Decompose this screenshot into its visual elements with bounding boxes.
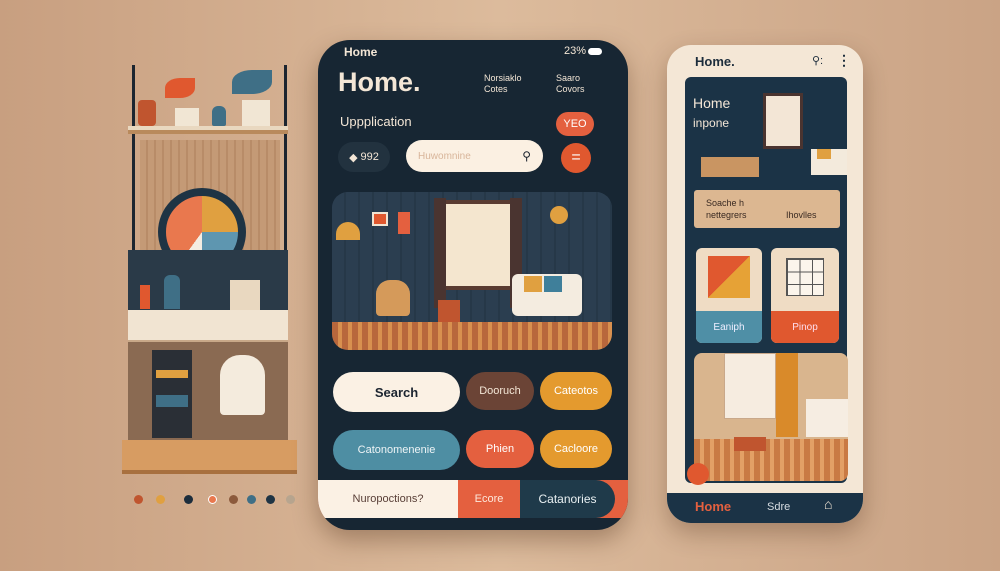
cacloore-button[interactable]: Cacloore (540, 430, 612, 468)
palette-swatch (286, 495, 295, 504)
palette-swatch (208, 495, 217, 504)
search-card-line1: Soache h (706, 198, 745, 208)
nav-link-2[interactable]: Saaro Covors (556, 73, 598, 95)
cateotos-button[interactable]: Cateotos (540, 372, 612, 410)
category-card-pinop[interactable]: Pinop (771, 248, 839, 343)
living-room-hero-image (332, 192, 612, 350)
more-options-icon[interactable]: ⋮ (837, 52, 851, 69)
house-icon[interactable]: ⌂ (824, 496, 832, 512)
side-title: Home. (695, 54, 735, 69)
triangle-icon (708, 256, 750, 298)
menu-icon: = (571, 149, 581, 166)
battery-icon (588, 48, 602, 55)
search-input[interactable]: Huwomnine ⚲ (406, 140, 543, 172)
palette-swatch (247, 495, 256, 504)
menu-button[interactable]: = (561, 143, 591, 173)
tab-home[interactable]: Home (695, 499, 731, 514)
palette-swatch (266, 495, 275, 504)
hero-title: Home (693, 95, 731, 111)
grid-icon (786, 258, 824, 296)
search-icon: ⚲ (522, 149, 531, 163)
bottom-bar-item-catanories[interactable]: Catanories (520, 480, 615, 518)
bottom-bar-item-ecore[interactable]: Ecore (458, 480, 520, 518)
room-photo (694, 353, 848, 481)
palette-swatch (156, 495, 165, 504)
nav-link-1[interactable]: Norsiaklo Cotes (484, 73, 534, 95)
search-card[interactable]: Soache h nettegrers Ihovlles (694, 190, 840, 228)
diamond-icon: ◆ (349, 151, 358, 164)
palette-swatch (184, 495, 193, 504)
tab-sdre[interactable]: Sdre (767, 501, 790, 513)
main-phone: Home 23% Home. Norsiaklo Cotes Saaro Cov… (318, 40, 628, 530)
hero-subtitle: inpone (693, 116, 730, 130)
dooruch-button[interactable]: Dooruch (466, 372, 534, 410)
search-placeholder: Huwomnine (418, 150, 471, 162)
counter-chip[interactable]: ◆ 992 (338, 142, 390, 172)
catonomenenie-button[interactable]: Catonomenenie (333, 430, 460, 470)
fab-button[interactable] (687, 463, 709, 485)
search-icon[interactable]: ⚲: (812, 54, 823, 67)
phien-button[interactable]: Phien (466, 430, 534, 468)
status-label: Home (344, 45, 378, 59)
side-phone: Home. ⚲: ⋮ Home inpone Soache h nettegre… (667, 45, 863, 523)
subtitle: Uppplication (340, 114, 412, 129)
shelf-illustration (120, 60, 305, 480)
battery-level: 23% (564, 45, 587, 57)
yeo-badge[interactable]: YEO (556, 112, 594, 136)
category-card-eaniph[interactable]: Eaniph (696, 248, 762, 343)
counter-value: 992 (360, 151, 379, 163)
palette-swatch (229, 495, 238, 504)
card-label: Pinop (771, 311, 839, 343)
search-card-line2: nettegrers (706, 210, 747, 220)
search-card-right: Ihovlles (786, 210, 817, 220)
card-label: Eaniph (696, 311, 762, 343)
search-button[interactable]: Search (333, 372, 460, 412)
bottom-bar: Nuropoctions? Ecore Catanories (318, 480, 628, 518)
bottom-bar-item-nuropoctions[interactable]: Nuropoctions? (318, 480, 458, 518)
room-illustration (701, 93, 847, 181)
page-title: Home. (338, 67, 421, 97)
palette-swatch (134, 495, 143, 504)
